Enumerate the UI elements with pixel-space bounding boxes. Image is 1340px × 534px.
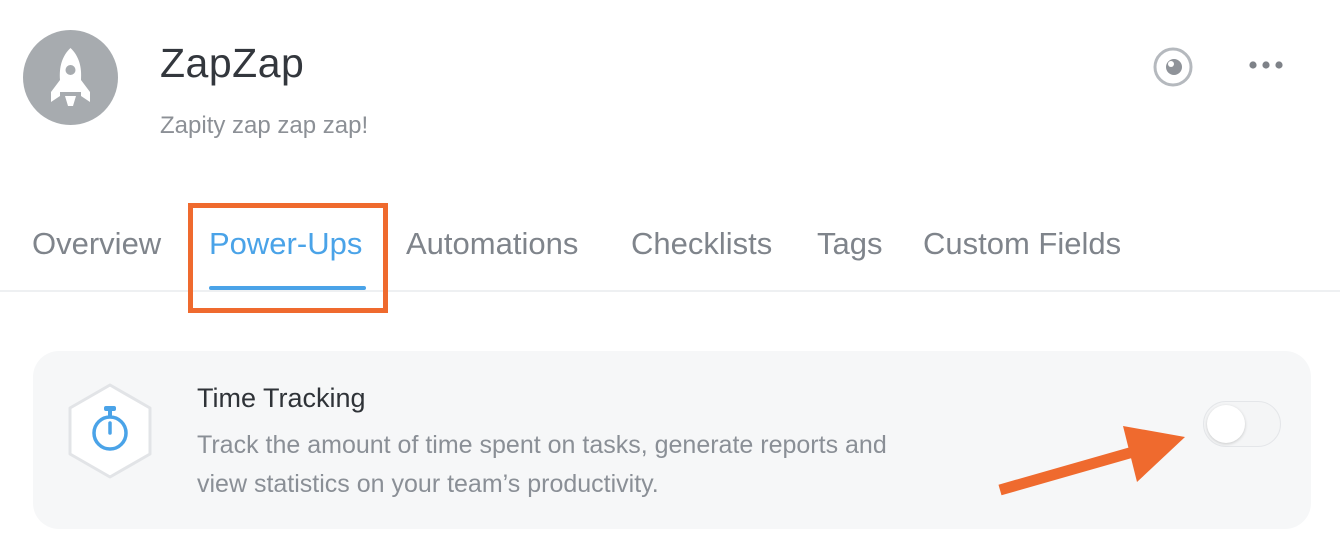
- powerup-title: Time Tracking: [197, 383, 366, 413]
- time-tracking-icon-badge: [64, 382, 156, 480]
- tab-overview[interactable]: Overview: [32, 226, 161, 262]
- workspace-title: ZapZap: [160, 40, 305, 86]
- rocket-icon: [51, 48, 90, 106]
- watch-button[interactable]: [1152, 46, 1194, 88]
- more-horizontal-icon: [1249, 61, 1283, 69]
- tab-power-ups[interactable]: Power-Ups: [209, 226, 362, 262]
- tab-checklists[interactable]: Checklists: [631, 226, 772, 262]
- more-button[interactable]: [1246, 50, 1286, 80]
- time-tracking-toggle[interactable]: [1203, 401, 1281, 447]
- stopwatch-icon: [68, 383, 152, 479]
- powerup-description: Track the amount of time spent on tasks,…: [197, 426, 997, 504]
- tab-custom-fields[interactable]: Custom Fields: [923, 226, 1121, 262]
- workspace-subtitle: Zapity zap zap zap!: [160, 112, 369, 139]
- toggle-knob: [1207, 405, 1245, 443]
- tabs-divider: [0, 290, 1340, 292]
- tab-tags[interactable]: Tags: [817, 226, 882, 262]
- powerup-description-line-2: view statistics on your team’s productiv…: [197, 470, 659, 498]
- eye-icon: [1153, 47, 1193, 87]
- workspace-avatar[interactable]: [23, 30, 118, 125]
- tab-bar: Overview Power-Ups Automations Checklist…: [0, 220, 1340, 290]
- powerup-description-line-1: Track the amount of time spent on tasks,…: [197, 431, 887, 459]
- tab-automations[interactable]: Automations: [406, 226, 578, 262]
